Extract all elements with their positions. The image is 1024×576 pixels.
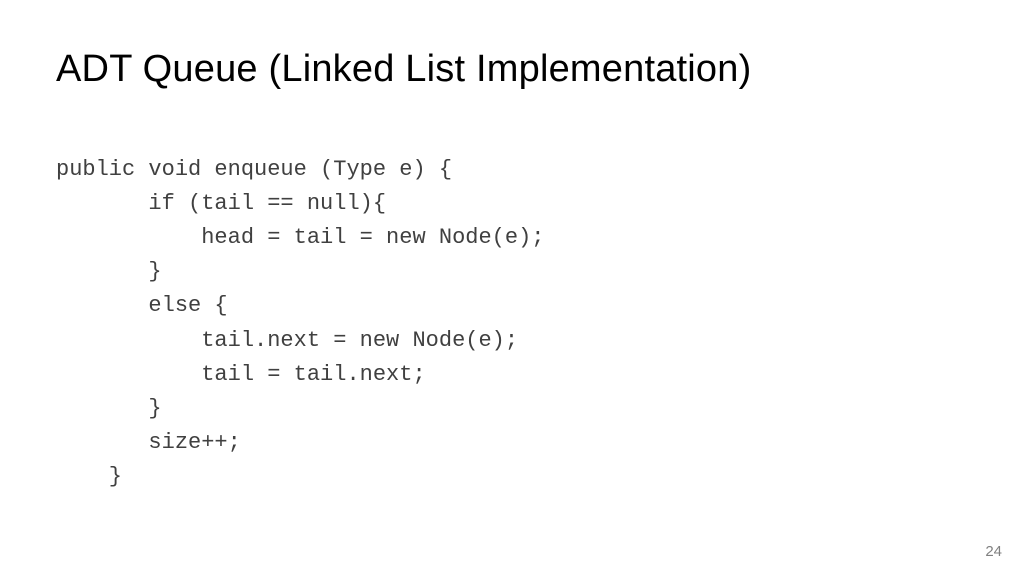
code-block: public void enqueue (Type e) { if (tail … xyxy=(56,119,968,494)
code-line: size++; xyxy=(56,430,241,455)
slide-content: ADT Queue (Linked List Implementation) p… xyxy=(0,0,1024,494)
slide-title: ADT Queue (Linked List Implementation) xyxy=(56,48,968,91)
page-number: 24 xyxy=(985,543,1002,560)
code-line: } xyxy=(56,396,162,421)
code-line: if (tail == null){ xyxy=(56,191,386,216)
code-line: public void enqueue (Type e) { xyxy=(56,157,452,182)
code-line: head = tail = new Node(e); xyxy=(56,225,544,250)
code-line: tail = tail.next; xyxy=(56,362,426,387)
code-line: } xyxy=(56,259,162,284)
code-line: } xyxy=(56,464,122,489)
code-line: else { xyxy=(56,293,228,318)
code-line: tail.next = new Node(e); xyxy=(56,328,518,353)
